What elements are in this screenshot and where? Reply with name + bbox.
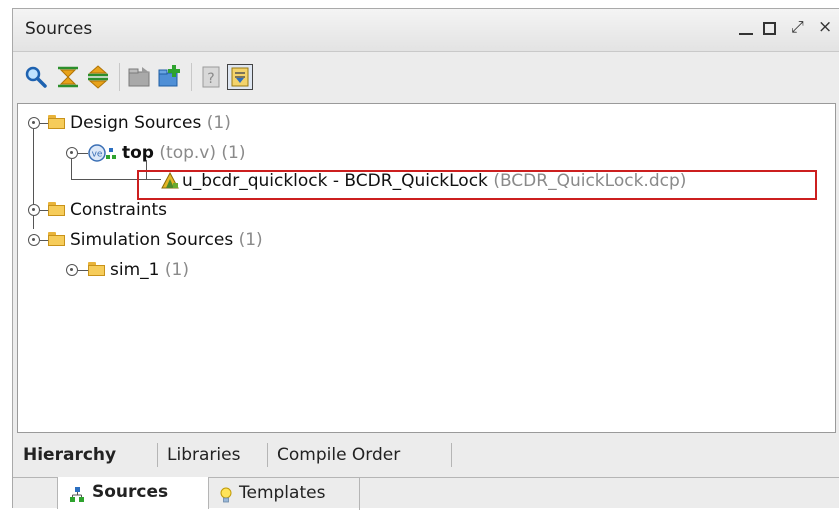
tree-item-count: (1) <box>221 143 246 163</box>
tree-item-constraints[interactable]: Constraints <box>48 197 167 223</box>
toolbar: ? <box>13 55 839 99</box>
expand-toggle-simulation-sources[interactable] <box>28 234 40 246</box>
show-hierarchy-icon[interactable] <box>227 64 253 90</box>
properties-icon[interactable]: ? <box>199 64 225 90</box>
minimize-button[interactable] <box>739 33 753 35</box>
view-tabs: Hierarchy Libraries Compile Order <box>17 437 839 471</box>
tree-item-simulation-sources[interactable]: Simulation Sources (1) <box>48 227 263 253</box>
tab-compile-order[interactable]: Compile Order <box>277 441 400 469</box>
close-button[interactable]: × <box>818 17 832 37</box>
tree-item-label: Design Sources <box>70 113 202 133</box>
tree-item-sim-1[interactable]: sim_1 (1) <box>88 257 189 283</box>
panel-title: Sources <box>25 19 93 39</box>
tree-item-top[interactable]: ve top (top.v) (1) <box>88 140 245 166</box>
add-sources-icon[interactable] <box>157 64 183 90</box>
toolbar-separator <box>119 63 120 91</box>
sources-panel: Sources ⤢ × ? Design Sources (1) ve top … <box>12 8 839 510</box>
tree-item-label: top <box>122 143 154 163</box>
expand-toggle-sim-1[interactable] <box>66 264 78 276</box>
tree-connector <box>78 270 88 271</box>
tree-connector <box>40 123 48 124</box>
tab-separator <box>267 443 268 467</box>
expand-toggle-design-sources[interactable] <box>28 117 40 129</box>
bottom-tab-bar: Sources Templates <box>13 477 839 510</box>
tree-item-label: Constraints <box>70 200 167 220</box>
tree-item-count: (1) <box>164 260 189 280</box>
tree-item-count: (1) <box>206 113 231 133</box>
tree-connector <box>78 153 88 154</box>
open-folder-icon[interactable] <box>127 64 153 90</box>
expand-toggle-constraints[interactable] <box>28 204 40 216</box>
tree-item-count: (1) <box>238 230 263 250</box>
folder-icon <box>48 115 65 129</box>
toolbar-separator <box>191 63 192 91</box>
verilog-module-icon: ve <box>88 144 118 162</box>
svg-text:?: ? <box>207 71 214 87</box>
lightbulb-icon <box>219 485 233 503</box>
tree-connector <box>71 159 72 179</box>
tab-hierarchy[interactable]: Hierarchy <box>23 441 116 469</box>
collapse-all-icon[interactable] <box>55 64 81 90</box>
tree-item-label: sim_1 <box>110 260 160 280</box>
expand-all-icon[interactable] <box>85 64 111 90</box>
tree-item-design-sources[interactable]: Design Sources (1) <box>48 110 231 136</box>
highlight-box <box>137 170 817 200</box>
tree-item-file: (top.v) <box>159 143 216 163</box>
tree-connector <box>40 240 48 241</box>
folder-icon <box>48 232 65 246</box>
tab-templates[interactable]: Templates <box>209 478 360 510</box>
sources-tab-icon <box>68 484 86 502</box>
tree-item-label: Simulation Sources <box>70 230 234 250</box>
source-tree: Design Sources (1) ve top (top.v) (1) u_… <box>17 103 836 433</box>
tab-separator <box>451 443 452 467</box>
folder-icon <box>48 202 65 216</box>
folder-icon <box>88 262 105 276</box>
tab-sources[interactable]: Sources <box>57 477 209 509</box>
float-button[interactable]: ⤢ <box>791 17 804 37</box>
expand-toggle-top[interactable] <box>66 147 78 159</box>
tab-templates-label: Templates <box>239 483 326 503</box>
tab-sources-label: Sources <box>92 482 169 502</box>
maximize-button[interactable] <box>763 22 776 35</box>
tree-connector <box>40 210 48 211</box>
search-icon[interactable] <box>23 64 49 90</box>
svg-text:ve: ve <box>92 150 103 160</box>
panel-title-bar: Sources ⤢ × <box>13 9 839 52</box>
tab-separator <box>157 443 158 467</box>
tab-libraries[interactable]: Libraries <box>167 441 240 469</box>
